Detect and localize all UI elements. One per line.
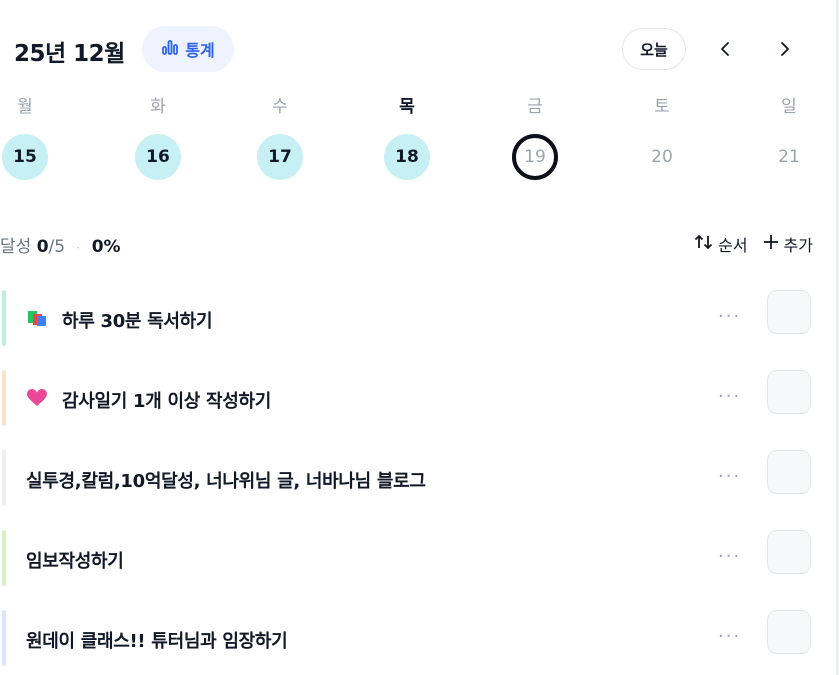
next-week-button[interactable] bbox=[770, 34, 800, 64]
day-name: 목 bbox=[399, 97, 415, 117]
day-tue[interactable]: 화 16 bbox=[128, 92, 188, 180]
day-name: 금 bbox=[527, 97, 543, 117]
task-title: 실투경,칼럼,10억달성, 너나위님 글, 너바나님 블로그 bbox=[26, 471, 426, 492]
more-options-button[interactable]: ··· bbox=[718, 466, 741, 487]
chevron-left-icon bbox=[721, 42, 729, 56]
task-item[interactable]: 실투경,칼럼,10억달성, 너나위님 글, 너바나님 블로그 ··· bbox=[0, 448, 839, 510]
today-button[interactable]: 오늘 bbox=[622, 28, 686, 70]
add-task-button[interactable]: 추가 bbox=[762, 232, 813, 256]
more-options-button[interactable]: ··· bbox=[718, 306, 741, 327]
more-options-button[interactable]: ··· bbox=[718, 546, 741, 567]
heart-icon bbox=[27, 389, 47, 406]
day-name: 월 bbox=[17, 97, 33, 117]
task-checkbox[interactable] bbox=[767, 370, 811, 414]
day-number: 17 bbox=[257, 134, 303, 180]
task-color-bar bbox=[2, 450, 6, 506]
task-item[interactable]: 임보작성하기 ··· bbox=[0, 528, 839, 590]
bar-chart-icon bbox=[161, 38, 179, 60]
task-title: 임보작성하기 bbox=[26, 551, 124, 572]
task-checkbox[interactable] bbox=[767, 290, 811, 334]
chevron-right-icon bbox=[781, 42, 789, 56]
task-color-bar bbox=[2, 370, 6, 426]
day-name: 수 bbox=[272, 97, 288, 117]
achievement-total: /5 bbox=[48, 237, 66, 257]
task-checkbox[interactable] bbox=[767, 610, 811, 654]
task-checkbox[interactable] bbox=[767, 530, 811, 574]
books-icon bbox=[28, 311, 46, 326]
task-checkbox[interactable] bbox=[767, 450, 811, 494]
stats-button[interactable]: 통계 bbox=[142, 26, 234, 72]
achievement-label: 달성 bbox=[0, 237, 32, 257]
task-title: 원데이 클래스!! 튜터님과 임장하기 bbox=[26, 631, 288, 652]
task-color-bar bbox=[2, 610, 6, 666]
task-title: 감사일기 1개 이상 작성하기 bbox=[62, 391, 271, 412]
achievement-summary: 달성 0/5 · 0% bbox=[0, 232, 121, 257]
list-tools: 순서 추가 bbox=[694, 232, 813, 256]
day-sat[interactable]: 토 20 bbox=[632, 92, 692, 180]
achievement-percent: 0% bbox=[91, 237, 121, 257]
week-strip: 월 15 화 16 수 17 목 18 금 19 토 20 일 21 bbox=[0, 92, 839, 192]
calendar-header: 25년 12월 통계 오늘 bbox=[14, 26, 813, 74]
stats-label: 통계 bbox=[185, 41, 215, 60]
task-color-bar bbox=[2, 530, 6, 586]
day-sun[interactable]: 일 21 bbox=[759, 92, 819, 180]
day-name: 토 bbox=[654, 97, 670, 117]
task-item[interactable]: 원데이 클래스!! 튜터님과 임장하기 ··· bbox=[0, 608, 839, 670]
day-mon[interactable]: 월 15 bbox=[0, 92, 55, 180]
task-color-bar bbox=[2, 290, 6, 346]
plus-icon bbox=[762, 233, 780, 255]
day-number-today: 19 bbox=[512, 134, 558, 180]
day-thu[interactable]: 목 18 bbox=[377, 92, 437, 180]
separator-dot: · bbox=[76, 241, 81, 255]
task-item[interactable]: 하루 30분 독서하기 ··· bbox=[0, 288, 839, 350]
day-fri[interactable]: 금 19 bbox=[505, 92, 565, 180]
achievement-done-count: 0 bbox=[36, 237, 49, 257]
more-options-button[interactable]: ··· bbox=[718, 386, 741, 407]
more-options-button[interactable]: ··· bbox=[718, 626, 741, 647]
day-name: 화 bbox=[150, 97, 166, 117]
prev-week-button[interactable] bbox=[710, 34, 740, 64]
day-name: 일 bbox=[781, 97, 797, 117]
day-number: 15 bbox=[2, 134, 48, 180]
task-item[interactable]: 감사일기 1개 이상 작성하기 ··· bbox=[0, 368, 839, 430]
sort-arrows-icon bbox=[694, 234, 714, 254]
reorder-button[interactable]: 순서 bbox=[694, 232, 748, 256]
day-number: 18 bbox=[384, 134, 430, 180]
day-wed[interactable]: 수 17 bbox=[250, 92, 310, 180]
day-number: 21 bbox=[778, 147, 800, 167]
reorder-label: 순서 bbox=[718, 236, 748, 255]
day-number: 16 bbox=[135, 134, 181, 180]
month-title: 25년 12월 bbox=[14, 41, 125, 67]
day-number: 20 bbox=[651, 147, 673, 167]
add-label: 추가 bbox=[783, 236, 813, 255]
task-title: 하루 30분 독서하기 bbox=[62, 311, 213, 332]
